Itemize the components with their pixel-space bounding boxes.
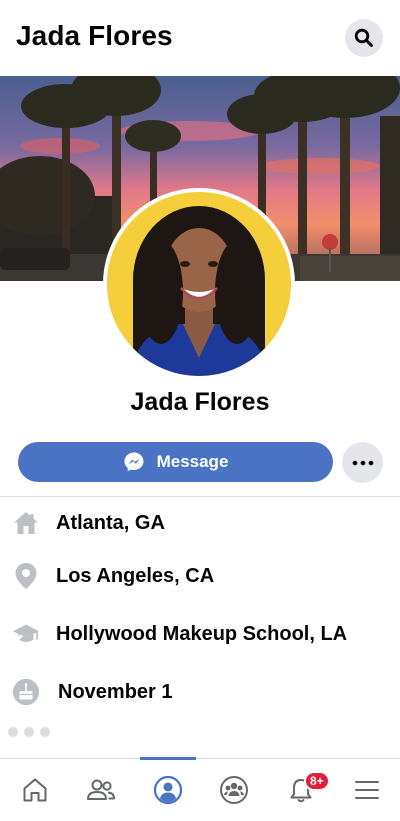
see-more-dots[interactable]: [8, 727, 50, 737]
dot: [8, 727, 18, 737]
profile-icon: [153, 775, 183, 805]
friends-icon: [87, 779, 115, 800]
more-options-button[interactable]: [342, 442, 383, 483]
info-text: Hollywood Makeup School, LA: [56, 622, 348, 645]
more-horizontal-icon: [352, 460, 373, 465]
profile-name: Jada Flores: [130, 388, 270, 416]
info-row-education: Hollywood Makeup School, LA: [0, 614, 400, 654]
dot: [40, 727, 50, 737]
info-row-birthday: November 1: [0, 672, 400, 712]
profile-picture[interactable]: [103, 188, 295, 380]
tab-home[interactable]: [2, 759, 68, 821]
tab-groups[interactable]: [201, 759, 267, 821]
bottom-tab-bar: 8+: [0, 757, 400, 821]
location-pin-icon: [12, 562, 40, 590]
home-outline-icon: [23, 778, 47, 802]
page-title: Jada Flores: [16, 20, 173, 51]
dot: [24, 727, 34, 737]
tab-notifications[interactable]: 8+: [268, 759, 334, 821]
search-button[interactable]: [345, 19, 383, 57]
search-icon: [354, 28, 373, 47]
home-icon: [12, 509, 40, 537]
info-text: November 1: [58, 680, 173, 703]
hamburger-menu-icon: [355, 781, 379, 799]
section-divider: [0, 496, 400, 497]
birthday-cake-icon: [12, 678, 40, 706]
tab-menu[interactable]: [334, 759, 400, 821]
tab-profile[interactable]: [135, 759, 201, 821]
info-row-current-city: Atlanta, GA: [0, 503, 400, 543]
info-row-hometown: Los Angeles, CA: [0, 556, 400, 596]
notification-badge: 8+: [304, 771, 330, 791]
info-text: Los Angeles, CA: [56, 564, 215, 587]
tab-friends[interactable]: [68, 759, 134, 821]
messenger-icon: [124, 452, 144, 472]
groups-icon: [220, 776, 248, 804]
message-button-label: Message: [156, 452, 229, 471]
graduation-cap-icon: [12, 620, 40, 648]
app-header: Jada Flores: [0, 0, 400, 76]
message-button[interactable]: Message: [18, 442, 333, 482]
info-text: Atlanta, GA: [56, 511, 165, 534]
